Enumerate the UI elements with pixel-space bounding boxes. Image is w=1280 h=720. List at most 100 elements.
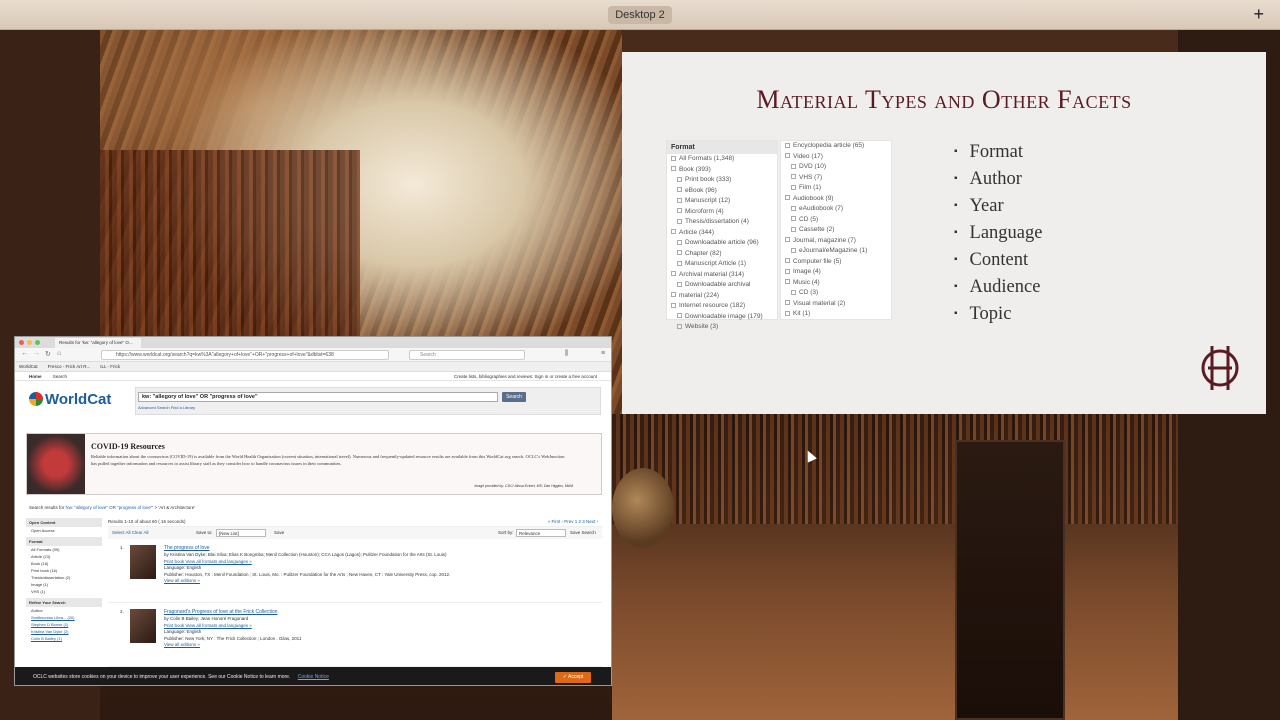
checkbox-icon[interactable]	[785, 268, 790, 274]
checkbox-icon[interactable]	[671, 302, 676, 308]
facet-option[interactable]: Audiobook (9)	[781, 194, 891, 205]
worldcat-logo[interactable]: WorldCat	[29, 391, 111, 408]
checkbox-icon[interactable]	[671, 155, 676, 161]
checkbox-icon[interactable]	[791, 184, 796, 190]
facet-option[interactable]: Film (1)	[781, 183, 891, 194]
checkbox-icon[interactable]	[671, 166, 676, 172]
facet-option[interactable]: Cassette (2)	[781, 225, 891, 236]
reload-icon[interactable]: ↻	[45, 350, 51, 358]
cookie-notice-link[interactable]: Cookie Notice	[298, 674, 329, 680]
save-list-select[interactable]: [New List]	[216, 529, 266, 537]
menu-icon[interactable]: ≡	[601, 350, 605, 357]
facet-option[interactable]: Downloadable article (96)	[667, 238, 777, 249]
facet-option[interactable]: All Formats (59)	[26, 546, 102, 553]
maximize-window-icon[interactable]	[35, 340, 40, 345]
search-input[interactable]: kw: "allegory of love" OR "progress of l…	[138, 392, 498, 402]
nav-home[interactable]: Home	[29, 374, 42, 379]
checkbox-icon[interactable]	[791, 226, 796, 232]
book-cover-image[interactable]	[130, 545, 156, 579]
browser-tab[interactable]: Results for 'kw: "allegory of love" O...	[55, 338, 141, 348]
facet-option[interactable]: Journal, magazine (7)	[781, 236, 891, 247]
facet-option[interactable]: Chapter (82)	[667, 249, 777, 260]
checkbox-icon[interactable]	[785, 237, 790, 243]
account-prompt[interactable]: Create lists, bibliographies and reviews…	[454, 372, 597, 381]
checkbox-icon[interactable]	[671, 271, 676, 277]
facet-option[interactable]: Article (344)	[667, 228, 777, 239]
facet-option[interactable]: Encyclopedia article (65)	[781, 141, 891, 152]
facet-option[interactable]: eJournal/eMagazine (1)	[781, 246, 891, 257]
checkbox-icon[interactable]	[791, 247, 796, 253]
search-button[interactable]: Search	[502, 392, 526, 402]
facet-option[interactable]: Music (4)	[781, 278, 891, 289]
close-window-icon[interactable]	[19, 340, 24, 345]
checkbox-icon[interactable]	[785, 195, 790, 201]
checkbox-icon[interactable]	[785, 153, 790, 159]
facet-option[interactable]: VHS (1)	[26, 588, 102, 595]
checkbox-icon[interactable]	[785, 142, 790, 148]
checkbox-icon[interactable]	[791, 289, 796, 295]
result-title-link[interactable]: The progress of love	[164, 545, 210, 551]
save-button[interactable]: Save	[274, 527, 284, 539]
facet-option[interactable]: VHS (7)	[781, 173, 891, 184]
facet-option[interactable]: All Formats (1,348)	[667, 154, 777, 165]
forward-icon[interactable]: →	[33, 350, 40, 357]
home-icon[interactable]: ⌂	[57, 350, 61, 357]
facet-option[interactable]: Visual material (2)	[781, 299, 891, 310]
save-search-button[interactable]: Save Search	[570, 527, 596, 539]
library-icon[interactable]: ⫼	[565, 350, 568, 358]
facet-option[interactable]: Article (23)	[26, 553, 102, 560]
result-title-link[interactable]: Fragonard's Progress of love at the Fric…	[164, 609, 278, 615]
checkbox-icon[interactable]	[785, 300, 790, 306]
bookmark-item[interactable]: ILL - Frick	[100, 364, 120, 369]
minimize-window-icon[interactable]	[27, 340, 32, 345]
checkbox-icon[interactable]	[791, 174, 796, 180]
result-link[interactable]: View all editions »	[164, 642, 584, 649]
facet-option[interactable]: material (224)	[667, 291, 777, 302]
select-all-link[interactable]: Select All Clear All	[112, 527, 149, 539]
checkbox-icon[interactable]	[677, 218, 682, 224]
facet-option[interactable]: Book (18)	[26, 560, 102, 567]
facet-option[interactable]: Image (1)	[26, 581, 102, 588]
facet-option[interactable]: Microform (4)	[667, 207, 777, 218]
facet-option[interactable]: Book (393)	[667, 165, 777, 176]
checkbox-icon[interactable]	[677, 197, 682, 203]
facet-option[interactable]: Kit (1)	[781, 309, 891, 320]
facet-option[interactable]: Author	[26, 607, 102, 614]
facet-option[interactable]: DVD (10)	[781, 162, 891, 173]
checkbox-icon[interactable]	[677, 176, 682, 182]
facet-option[interactable]: Manuscript Article (1)	[667, 259, 777, 270]
facet-option[interactable]: eAudiobook (7)	[781, 204, 891, 215]
facet-option[interactable]: Manuscript (12)	[667, 196, 777, 207]
checkbox-icon[interactable]	[785, 258, 790, 264]
checkbox-icon[interactable]	[677, 313, 682, 319]
url-bar[interactable]: https://www.worldcat.org/search?q=kw%3A"…	[101, 350, 389, 360]
back-icon[interactable]: ←	[21, 350, 28, 357]
checkbox-icon[interactable]	[791, 205, 796, 211]
book-cover-image[interactable]	[130, 609, 156, 643]
facet-option[interactable]: Thesis/dissertation (4)	[667, 217, 777, 228]
facet-option[interactable]: Print book (16)	[26, 567, 102, 574]
facet-link[interactable]: Kristina Van Dyke (2)	[26, 628, 102, 635]
checkbox-icon[interactable]	[677, 250, 682, 256]
facet-option[interactable]: Open Access	[26, 527, 102, 534]
checkbox-icon[interactable]	[671, 292, 676, 298]
pagination[interactable]: « First ‹ Prev 1 2 3 Next ›	[548, 517, 598, 527]
bookmark-item[interactable]: WorldCat	[19, 364, 38, 369]
facet-option[interactable]: Archival material (314)	[667, 270, 777, 281]
facet-option[interactable]: Downloadable archival	[667, 280, 777, 291]
facet-option[interactable]: CD (5)	[781, 215, 891, 226]
checkbox-icon[interactable]	[677, 208, 682, 214]
checkbox-icon[interactable]	[677, 323, 682, 329]
results-for-query-link[interactable]: 'kw: "allegory of love" OR "progress of …	[66, 505, 154, 510]
facet-option[interactable]: Internet resource (182)	[667, 301, 777, 312]
facet-option[interactable]: Website (3)	[667, 322, 777, 333]
checkbox-icon[interactable]	[677, 281, 682, 287]
facet-option[interactable]: Thesis/dissertation (2)	[26, 574, 102, 581]
sort-select[interactable]: Relevance	[516, 529, 566, 537]
bookmark-item[interactable]: Fresco - Frick Art R...	[48, 364, 91, 369]
checkbox-icon[interactable]	[785, 279, 790, 285]
checkbox-icon[interactable]	[677, 239, 682, 245]
advanced-search-link[interactable]: Advanced Search Find a Library	[138, 405, 195, 410]
checkbox-icon[interactable]	[671, 229, 676, 235]
browser-search-input[interactable]: Search	[409, 350, 525, 360]
